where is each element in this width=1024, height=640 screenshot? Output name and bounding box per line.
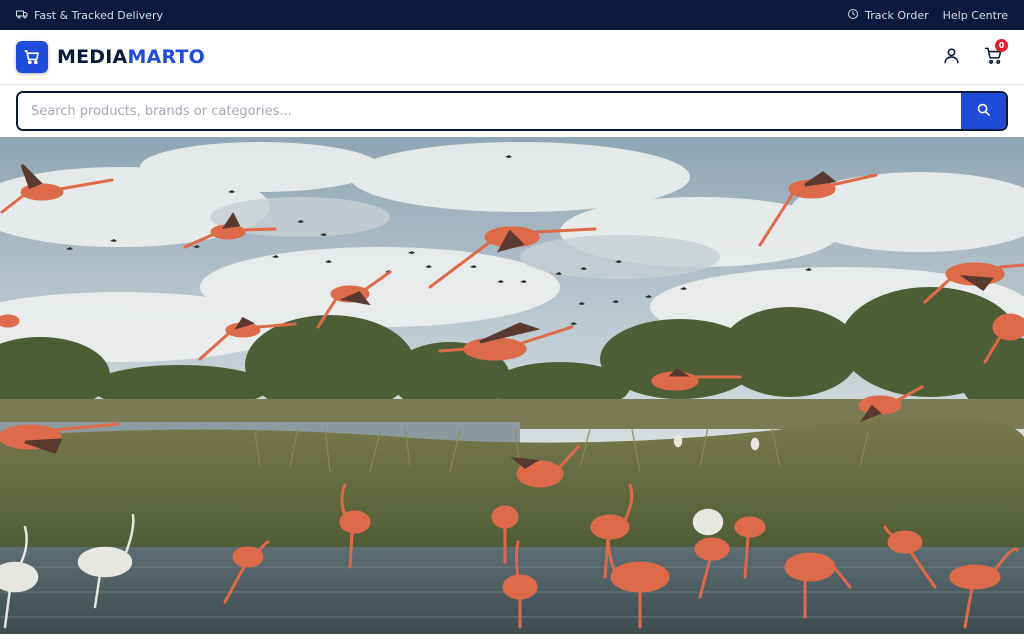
site-header: MEDIAMARTO 0: [0, 30, 1024, 85]
cart-logo-icon: [16, 41, 48, 73]
search-section: [0, 85, 1024, 137]
track-order-link[interactable]: Track Order: [847, 8, 929, 23]
cart-button[interactable]: 0: [982, 39, 1008, 68]
delivery-text: Fast & Tracked Delivery: [34, 8, 163, 22]
brand-name: MEDIAMARTO: [57, 46, 205, 68]
track-order-label: Track Order: [865, 8, 929, 22]
brand-logo-link[interactable]: MEDIAMARTO: [16, 41, 205, 73]
brand-name-part2: MARTO: [127, 46, 205, 68]
hero-banner[interactable]: [0, 137, 1024, 634]
help-centre-label: Help Centre: [942, 8, 1008, 22]
user-icon: [942, 46, 961, 69]
search-icon: [976, 102, 991, 121]
top-announcement-bar: Fast & Tracked Delivery Track Order Help…: [0, 0, 1024, 30]
brand-name-part1: MEDIA: [57, 46, 128, 68]
account-button[interactable]: [940, 46, 962, 68]
delivery-info: Fast & Tracked Delivery: [16, 8, 163, 23]
cart-count-badge: 0: [995, 39, 1008, 52]
clock-icon: [847, 8, 859, 23]
hero-bottom-spacer: [0, 634, 1024, 640]
hero-image: [0, 137, 1024, 634]
search-box: [16, 91, 1008, 131]
truck-icon: [16, 8, 28, 23]
search-input[interactable]: [18, 93, 961, 129]
search-button[interactable]: [961, 93, 1006, 129]
help-centre-link[interactable]: Help Centre: [943, 9, 1008, 22]
